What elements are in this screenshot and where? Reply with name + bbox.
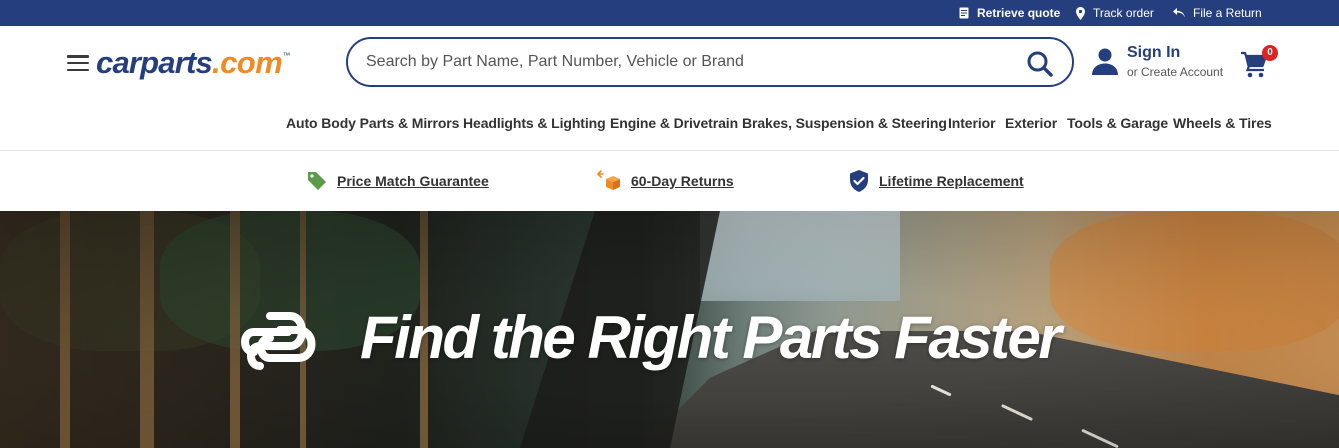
lifetime-label: Lifetime Replacement (879, 173, 1024, 189)
nav-item-engine[interactable]: Engine & Drivetrain (610, 115, 738, 131)
track-order-label: Track order (1093, 6, 1154, 20)
price-match-link[interactable]: Price Match Guarantee (307, 170, 489, 192)
cart-count-badge: 0 (1262, 45, 1278, 61)
carparts-mark-icon (241, 312, 316, 370)
nav-item-exterior[interactable]: Exterior (1005, 115, 1057, 131)
menu-hamburger-icon[interactable] (67, 55, 89, 72)
file-return-label: File a Return (1193, 6, 1262, 20)
nav-item-brakes[interactable]: Brakes, Suspension & Steering (742, 115, 947, 131)
retrieve-quote-label: Retrieve quote (977, 6, 1061, 20)
file-return-link[interactable]: File a Return (1173, 0, 1262, 26)
map-pin-icon (1076, 6, 1085, 20)
return-arrow-icon (1173, 8, 1185, 18)
utility-bar: Retrieve quote Track order File a Return (0, 0, 1339, 26)
search-input[interactable] (366, 39, 1006, 85)
benefits-strip: Price Match Guarantee 60-Day Returns Lif… (0, 150, 1339, 211)
return-box-icon (597, 170, 620, 190)
document-icon (959, 7, 969, 19)
search-icon[interactable] (1026, 50, 1054, 78)
nav-item-wheels[interactable]: Wheels & Tires (1173, 115, 1272, 131)
shopping-cart[interactable]: 0 (1240, 45, 1280, 82)
price-match-label: Price Match Guarantee (337, 173, 489, 189)
carparts-logo[interactable]: carparts.com™ (96, 45, 290, 85)
price-tag-icon (308, 172, 326, 190)
hero-banner: Find the Right Parts Faster (0, 211, 1339, 448)
retrieve-quote-link[interactable]: Retrieve quote (959, 0, 1060, 26)
sign-in-label: Sign In (1127, 44, 1181, 61)
returns-link[interactable]: 60-Day Returns (597, 170, 734, 192)
nav-item-interior[interactable]: Interior (948, 115, 996, 131)
nav-item-auto-body[interactable]: Auto Body Parts & Mirrors (286, 115, 459, 131)
hero-headline: Find the Right Parts Faster (360, 304, 1062, 371)
site-header: carparts.com™ Sign In or Create Account … (0, 26, 1339, 150)
category-nav: Auto Body Parts & Mirrors Headlights & L… (0, 115, 1339, 135)
lifetime-replacement-link[interactable]: Lifetime Replacement (849, 170, 1024, 192)
returns-label: 60-Day Returns (631, 173, 734, 189)
user-icon (1092, 48, 1118, 75)
track-order-link[interactable]: Track order (1076, 0, 1154, 26)
nav-item-headlights[interactable]: Headlights & Lighting (463, 115, 606, 131)
nav-item-tools[interactable]: Tools & Garage (1067, 115, 1168, 131)
search-bar (346, 37, 1074, 87)
shield-check-icon (850, 170, 868, 192)
create-account-label: or Create Account (1127, 65, 1224, 79)
